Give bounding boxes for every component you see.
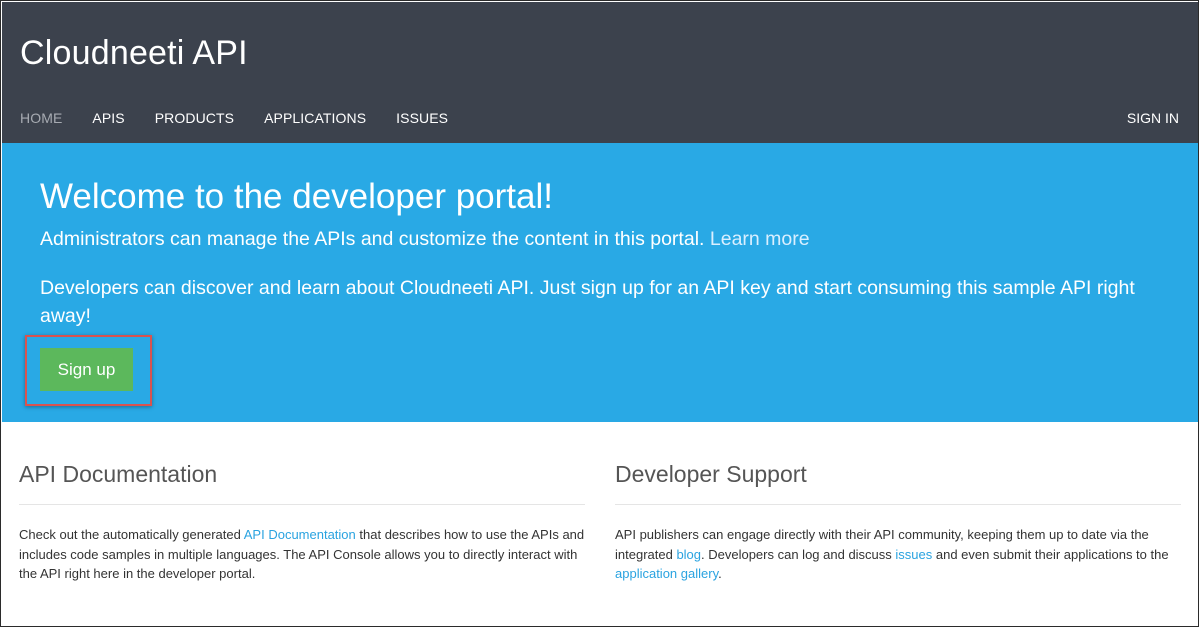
api-docs-text-before: Check out the automatically generated bbox=[19, 527, 244, 542]
signup-button[interactable]: Sign up bbox=[40, 348, 133, 391]
nav-item-products[interactable]: PRODUCTS bbox=[155, 110, 234, 126]
api-documentation-text: Check out the automatically generated AP… bbox=[19, 525, 585, 584]
nav-item-home[interactable]: HOME bbox=[20, 110, 62, 126]
developer-support-section: Developer Support API publishers can eng… bbox=[615, 461, 1181, 584]
hero-title: Welcome to the developer portal! bbox=[40, 177, 553, 216]
developer-support-text: API publishers can engage directly with … bbox=[615, 525, 1181, 584]
site-title[interactable]: Cloudneeti API bbox=[20, 34, 248, 73]
nav-item-issues[interactable]: ISSUES bbox=[396, 110, 448, 126]
hero-dev-text: Developers can discover and learn about … bbox=[40, 277, 1135, 327]
admin-text: Administrators can manage the APIs and c… bbox=[40, 228, 705, 250]
api-documentation-title: API Documentation bbox=[19, 461, 585, 505]
api-documentation-link[interactable]: API Documentation bbox=[244, 527, 356, 542]
api-documentation-section: API Documentation Check out the automati… bbox=[19, 461, 585, 584]
learn-more-link[interactable]: Learn more bbox=[710, 228, 810, 250]
support-text-3: and even submit their applications to th… bbox=[932, 546, 1169, 562]
issues-link[interactable]: issues bbox=[895, 547, 932, 562]
developer-support-title: Developer Support bbox=[615, 461, 1181, 505]
support-text-2: . Developers can log and discuss bbox=[701, 546, 896, 562]
hero-banner: Welcome to the developer portal! Adminis… bbox=[2, 143, 1198, 422]
main-nav: HOME APIS PRODUCTS APPLICATIONS ISSUES bbox=[20, 110, 478, 126]
application-gallery-link[interactable]: application gallery bbox=[615, 566, 718, 581]
support-text-4: . bbox=[718, 566, 722, 581]
site-header: Cloudneeti API HOME APIS PRODUCTS APPLIC… bbox=[2, 2, 1198, 143]
sign-in-link[interactable]: SIGN IN bbox=[1127, 110, 1179, 126]
nav-item-applications[interactable]: APPLICATIONS bbox=[264, 110, 366, 126]
nav-item-apis[interactable]: APIS bbox=[92, 110, 124, 126]
hero-admin-text: Administrators can manage the APIs and c… bbox=[40, 228, 810, 251]
page-frame: Cloudneeti API HOME APIS PRODUCTS APPLIC… bbox=[0, 0, 1199, 627]
blog-link[interactable]: blog bbox=[676, 547, 701, 562]
